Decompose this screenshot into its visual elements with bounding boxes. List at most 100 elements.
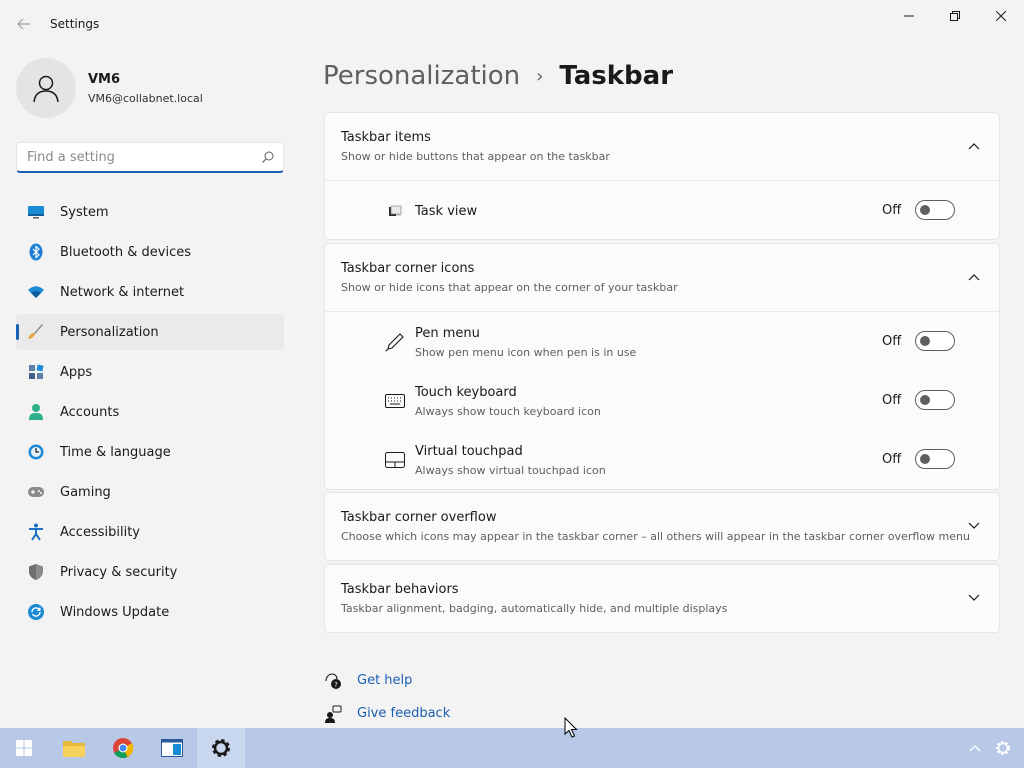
pen-menu-toggle[interactable] [915, 331, 955, 351]
sidebar-item-gaming[interactable]: Gaming [16, 474, 284, 510]
back-button[interactable] [10, 10, 38, 38]
taskbar-file-explorer[interactable] [50, 728, 98, 768]
taskbar-behaviors-header[interactable]: Taskbar behaviors Taskbar alignment, bad… [325, 565, 999, 632]
start-button[interactable] [0, 728, 48, 768]
pen-icon [383, 332, 407, 352]
person-icon [33, 75, 59, 103]
setting-description: Show pen menu icon when pen is in use [415, 346, 637, 359]
taskbar-settings[interactable] [197, 728, 245, 768]
minimize-button[interactable] [886, 0, 932, 32]
minimize-icon [904, 15, 914, 17]
taskbar-corner-overflow-header[interactable]: Taskbar corner overflow Choose which ico… [325, 493, 999, 560]
close-icon [996, 11, 1006, 21]
virtual-touchpad-toggle[interactable] [915, 449, 955, 469]
app-title: Settings [50, 17, 100, 31]
setting-title: Task view [415, 204, 478, 219]
virtual-touchpad-row: Virtual touchpad Always show virtual tou… [325, 430, 999, 489]
sidebar-item-label: Personalization [60, 324, 159, 340]
taskbar-corner-overflow-section[interactable]: Taskbar corner overflow Choose which ico… [324, 492, 1000, 561]
keyboard-icon [383, 391, 407, 411]
taskbar-items-section: Taskbar items Show or hide buttons that … [324, 112, 1000, 240]
toggle-knob [920, 395, 930, 405]
chevron-up-icon[interactable] [965, 268, 983, 286]
windows-update-icon [26, 602, 46, 622]
settings-gear-icon [212, 739, 230, 757]
show-hidden-icons-button[interactable] [961, 728, 989, 768]
tray-settings-button[interactable] [989, 728, 1017, 768]
mouse-cursor-icon [564, 717, 578, 738]
search-box[interactable] [16, 142, 284, 173]
sidebar-item-windows-update[interactable]: Windows Update [16, 594, 284, 630]
task-view-toggle[interactable] [915, 200, 955, 220]
section-title: Taskbar behaviors [341, 582, 459, 597]
sidebar-item-bluetooth[interactable]: Bluetooth & devices [16, 234, 284, 270]
sidebar-item-privacy-security[interactable]: Privacy & security [16, 554, 284, 590]
toggle-state-label: Off [882, 393, 902, 408]
toggle-state-label: Off [882, 203, 902, 218]
taskbar-chrome[interactable] [99, 728, 147, 768]
taskbar-behaviors-section[interactable]: Taskbar behaviors Taskbar alignment, bad… [324, 564, 1000, 633]
start-icon [16, 740, 32, 756]
feedback-icon [323, 704, 343, 724]
setting-title: Pen menu [415, 326, 480, 341]
paintbrush-icon [26, 322, 46, 342]
show-hidden-icons-chevron-icon [969, 745, 981, 752]
setting-description: Always show touch keyboard icon [415, 405, 601, 418]
section-description: Choose which icons may appear in the tas… [341, 530, 970, 543]
give-feedback-link[interactable]: Give feedback [323, 697, 450, 730]
taskbar-items-header[interactable]: Taskbar items Show or hide buttons that … [325, 113, 999, 180]
setting-title: Virtual touchpad [415, 444, 523, 459]
sidebar-item-label: System [60, 204, 109, 220]
breadcrumb-parent-link[interactable]: Personalization [323, 61, 520, 91]
help-links: ? Get help Give feedback [323, 664, 450, 730]
taskbar-corner-icons-header[interactable]: Taskbar corner icons Show or hide icons … [325, 244, 999, 311]
user-account-card[interactable]: VM6 VM6@collabnet.local [16, 58, 286, 118]
section-description: Show or hide buttons that appear on the … [341, 150, 610, 163]
toggle-state-label: Off [882, 452, 902, 467]
sidebar-item-apps[interactable]: Apps [16, 354, 284, 390]
avatar[interactable] [16, 58, 76, 118]
get-help-label: Get help [357, 673, 413, 688]
sidebar-item-network[interactable]: Network & internet [16, 274, 284, 310]
taskbar-app-window[interactable] [148, 728, 196, 768]
sidebar-item-system[interactable]: System [16, 194, 284, 230]
close-button[interactable] [978, 0, 1024, 32]
gamepad-icon [26, 482, 46, 502]
page-title: Taskbar [559, 61, 674, 91]
restore-button[interactable] [932, 0, 978, 32]
chevron-down-icon[interactable] [965, 589, 983, 607]
get-help-link[interactable]: ? Get help [323, 664, 450, 697]
sidebar-item-accounts[interactable]: Accounts [16, 394, 284, 430]
section-title: Taskbar items [341, 130, 431, 145]
tray-settings-icon [996, 741, 1010, 755]
help-chat-icon: ? [323, 671, 343, 691]
sidebar-item-accessibility[interactable]: Accessibility [16, 514, 284, 550]
section-description: Taskbar alignment, badging, automaticall… [341, 602, 728, 615]
setting-description: Always show virtual touchpad icon [415, 464, 606, 477]
pen-menu-row: Pen menu Show pen menu icon when pen is … [325, 312, 999, 371]
sidebar-item-label: Privacy & security [60, 564, 178, 580]
file-explorer-icon [63, 741, 85, 757]
search-input[interactable] [17, 149, 253, 165]
taskbar-corner-icons-section: Taskbar corner icons Show or hide icons … [324, 243, 1000, 490]
sidebar-item-label: Accessibility [60, 524, 140, 540]
windows-taskbar [0, 728, 1024, 768]
sidebar-item-label: Bluetooth & devices [60, 244, 191, 260]
sidebar-item-personalization[interactable]: Personalization [16, 314, 284, 350]
chevron-down-icon[interactable] [965, 517, 983, 535]
sidebar-item-time-language[interactable]: Time & language [16, 434, 284, 470]
toggle-knob [920, 336, 930, 346]
chrome-icon [113, 738, 134, 759]
sidebar-item-label: Gaming [60, 484, 111, 500]
user-name: VM6 [88, 72, 121, 87]
search-icon[interactable] [253, 151, 283, 163]
toggle-knob [920, 205, 930, 215]
sidebar-item-label: Windows Update [60, 604, 170, 620]
chevron-up-icon[interactable] [965, 137, 983, 155]
touch-keyboard-toggle[interactable] [915, 390, 955, 410]
apps-icon [26, 362, 46, 382]
sidebar-nav: System Bluetooth & devices Network & int… [16, 194, 284, 634]
sidebar-item-label: Apps [60, 364, 93, 380]
wifi-icon [26, 282, 46, 302]
svg-text:?: ? [334, 681, 338, 689]
